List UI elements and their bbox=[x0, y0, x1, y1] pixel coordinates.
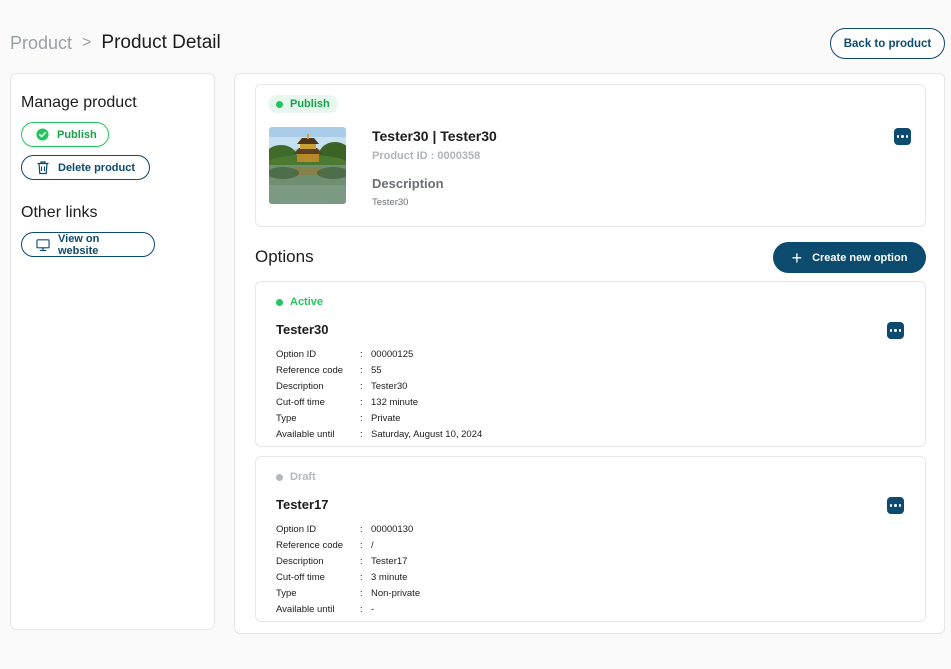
view-on-website-label: View on website bbox=[58, 232, 100, 257]
options-heading: Options bbox=[255, 247, 314, 266]
option-status-label: Draft bbox=[290, 471, 316, 483]
plus-icon: + bbox=[791, 247, 803, 268]
option-detail-colon: : bbox=[360, 603, 363, 615]
option-detail-row: Description: Tester30 bbox=[276, 378, 676, 394]
option-detail-value: / bbox=[371, 539, 374, 551]
option-detail-colon: : bbox=[360, 587, 363, 599]
check-circle-icon bbox=[36, 128, 49, 142]
page-header: Product > Product Detail Back to product bbox=[10, 28, 945, 60]
monitor-icon bbox=[36, 238, 50, 252]
option-detail-row: Cut-off time:132 minute bbox=[276, 394, 676, 410]
other-links-heading: Other links bbox=[21, 204, 98, 221]
option-detail-label: Description bbox=[276, 555, 324, 567]
option-detail-value: 00000125 bbox=[371, 348, 414, 360]
product-card: Publish Tester30 | Tester30 Product ID:… bbox=[255, 84, 926, 227]
option-detail-row: Reference code:55 bbox=[276, 362, 676, 378]
option-detail-colon: : bbox=[360, 364, 363, 376]
option-detail-colon: : bbox=[360, 380, 363, 392]
option-detail-row: Option ID:00000130 bbox=[276, 521, 676, 537]
option-details: Option ID:00000125 Reference code:55 Des… bbox=[276, 346, 676, 442]
option-detail-label: Reference code bbox=[276, 539, 344, 551]
option-status-badge: Active bbox=[276, 296, 323, 308]
delete-product-button[interactable]: Delete product bbox=[21, 155, 150, 180]
option-card: Draft Tester17 Option ID:00000130 Refere… bbox=[255, 456, 926, 622]
breadcrumb: Product > Product Detail bbox=[10, 32, 221, 54]
option-detail-value: Tester17 bbox=[371, 555, 408, 567]
option-detail-label: Cut-off time bbox=[276, 396, 325, 408]
option-detail-colon: : bbox=[360, 571, 363, 583]
option-detail-value: - bbox=[371, 603, 375, 615]
option-detail-value: 132 minute bbox=[371, 396, 419, 408]
option-detail-row: Option ID:00000125 bbox=[276, 346, 676, 362]
option-detail-colon: : bbox=[360, 539, 363, 551]
option-detail-row: Reference code: / bbox=[276, 537, 676, 553]
option-detail-label: Cut-off time bbox=[276, 571, 325, 583]
option-detail-colon: : bbox=[360, 348, 363, 360]
option-detail-value: 3 minute bbox=[371, 571, 408, 583]
option-detail-value: Private bbox=[371, 412, 401, 424]
option-name: Tester17 bbox=[276, 497, 329, 512]
status-dot bbox=[276, 473, 283, 481]
product-status-label: Publish bbox=[290, 98, 330, 110]
option-detail-row: Cut-off time:3 minute bbox=[276, 569, 676, 585]
product-more-button[interactable] bbox=[894, 128, 911, 145]
option-detail-value: 55 bbox=[371, 364, 382, 376]
manage-product-heading: Manage product bbox=[21, 94, 137, 111]
option-detail-colon: : bbox=[360, 523, 363, 535]
option-detail-colon: : bbox=[360, 412, 363, 424]
status-dot bbox=[276, 100, 283, 108]
option-detail-colon: : bbox=[360, 428, 363, 440]
product-id: Product ID : 0000358 bbox=[372, 150, 481, 162]
option-detail-label: Type bbox=[276, 587, 297, 599]
publish-label: Publish bbox=[57, 128, 97, 141]
trash-icon bbox=[36, 161, 50, 175]
status-dot bbox=[276, 298, 283, 306]
product-image bbox=[269, 127, 346, 204]
option-details: Option ID:00000130 Reference code: / Desc… bbox=[276, 521, 676, 617]
product-description-label: Description bbox=[372, 176, 444, 191]
option-detail-label: Reference code bbox=[276, 364, 344, 376]
option-detail-label: Option ID bbox=[276, 348, 317, 360]
option-detail-value: Saturday, August 10, 2024 bbox=[371, 428, 483, 440]
option-name: Tester30 bbox=[276, 322, 329, 337]
option-detail-row: Description: Tester17 bbox=[276, 553, 676, 569]
breadcrumb-separator: > bbox=[82, 34, 92, 51]
option-detail-value: Tester30 bbox=[371, 380, 408, 392]
page-title: Product Detail bbox=[101, 32, 221, 53]
option-status-label: Active bbox=[290, 296, 324, 308]
option-card: Active Tester30 Option ID:00000125 Refer… bbox=[255, 281, 926, 447]
sidebar-panel: Manage product Publish Delete product Ot… bbox=[10, 73, 215, 630]
back-to-product-button[interactable]: Back to product bbox=[830, 28, 945, 59]
option-more-button[interactable] bbox=[887, 497, 904, 514]
option-detail-colon: : bbox=[360, 396, 363, 408]
view-on-website-button[interactable]: View on website bbox=[21, 232, 155, 257]
delete-product-label: Delete product bbox=[58, 161, 136, 174]
option-more-button[interactable] bbox=[887, 322, 904, 339]
option-detail-label: Available until bbox=[276, 603, 335, 615]
option-detail-label: Description bbox=[276, 380, 324, 392]
create-new-option-button[interactable]: + Create new option bbox=[773, 242, 926, 273]
breadcrumb-product-link[interactable]: Product bbox=[10, 33, 72, 54]
option-detail-row: Type: Private bbox=[276, 410, 676, 426]
publish-button[interactable]: Publish bbox=[21, 122, 109, 147]
option-detail-value: 00000130 bbox=[371, 523, 414, 535]
option-detail-colon: : bbox=[360, 555, 363, 567]
option-detail-label: Type bbox=[276, 412, 297, 424]
main-panel: Publish Tester30 | Tester30 Product ID:… bbox=[234, 73, 945, 634]
product-description-value: Tester30 bbox=[372, 197, 409, 208]
option-status-badge: Draft bbox=[276, 471, 316, 483]
option-detail-row: Available until: - bbox=[276, 601, 676, 617]
product-title: Tester30 | Tester30 bbox=[372, 128, 497, 144]
option-detail-label: Option ID bbox=[276, 523, 317, 535]
option-detail-row: Available until: Saturday, August 10, 202… bbox=[276, 426, 676, 442]
option-detail-label: Available until bbox=[276, 428, 335, 440]
option-detail-row: Type: Non-private bbox=[276, 585, 676, 601]
create-new-option-label: Create new option bbox=[812, 251, 908, 264]
option-detail-value: Non-private bbox=[371, 587, 421, 599]
product-status-badge: Publish bbox=[268, 95, 338, 113]
